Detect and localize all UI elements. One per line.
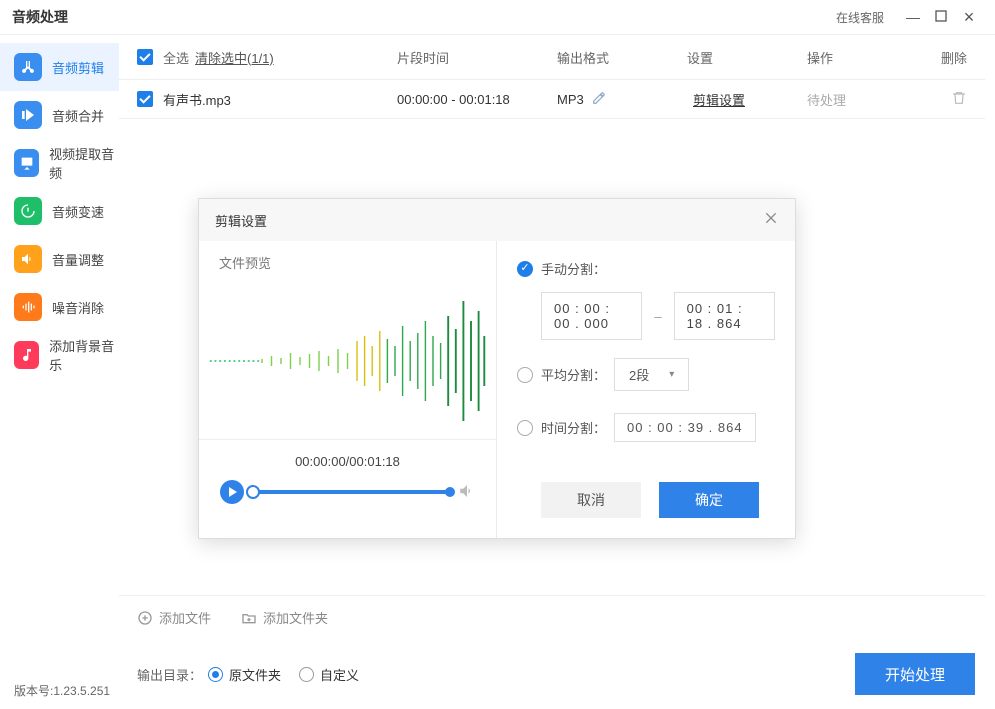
output-custom-radio[interactable]: 自定义 — [299, 665, 359, 684]
table-header: 全选 清除选中(1/1) 片段时间 输出格式 设置 操作 删除 — [119, 35, 985, 79]
time-split-label: 时间分割： — [541, 418, 606, 437]
progress-slider[interactable] — [253, 490, 450, 494]
select-all-checkbox[interactable] — [137, 49, 153, 65]
row-format: MP3 — [557, 92, 584, 107]
titlebar: 音频处理 在线客服 — × — [0, 0, 995, 35]
minimize-button[interactable]: — — [899, 9, 927, 25]
output-label: 输出目录： — [137, 665, 202, 684]
col-time: 片段时间 — [397, 48, 557, 67]
modal-close-button[interactable] — [763, 210, 779, 231]
col-format: 输出格式 — [557, 48, 687, 67]
col-delete: 删除 — [917, 48, 967, 67]
online-support-link[interactable]: 在线客服 — [836, 9, 884, 26]
sidebar-item-bgm[interactable]: 添加背景音乐 — [0, 331, 119, 379]
clear-selection-link[interactable]: 清除选中(1/1) — [195, 48, 274, 67]
row-status: 待处理 — [807, 90, 917, 109]
slider-start-thumb[interactable] — [246, 485, 260, 499]
table-row: 有声书.mp3 00:00:00 - 00:01:18 MP3 剪辑设置 待处理 — [119, 79, 985, 119]
col-settings: 设置 — [687, 48, 807, 67]
sidebar: 音频剪辑 音频合并 视频提取音频 音频变速 音量调整 — [0, 35, 119, 709]
sidebar-item-label: 噪音消除 — [52, 298, 104, 317]
music-icon — [14, 341, 39, 369]
preview-title: 文件预览 — [219, 253, 476, 272]
average-segments-value: 2段 — [629, 365, 649, 384]
sidebar-item-video-extract[interactable]: 视频提取音频 — [0, 139, 119, 187]
manual-split-label: 手动分割： — [541, 259, 606, 278]
speed-icon — [14, 197, 42, 225]
sidebar-item-label: 音频变速 — [52, 202, 104, 221]
sidebar-item-label: 音量调整 — [52, 250, 104, 269]
sidebar-item-label: 音频剪辑 — [52, 58, 104, 77]
sidebar-item-audio-merge[interactable]: 音频合并 — [0, 91, 119, 139]
player-time: 00:00:00/00:01:18 — [219, 454, 476, 469]
select-all-label: 全选 — [163, 48, 189, 67]
sidebar-item-speed[interactable]: 音频变速 — [0, 187, 119, 235]
output-custom-label: 自定义 — [320, 665, 359, 684]
add-file-label: 添加文件 — [159, 608, 211, 627]
start-process-button[interactable]: 开始处理 — [855, 653, 975, 695]
ok-button[interactable]: 确定 — [659, 482, 759, 518]
edit-settings-modal: 剪辑设置 文件预览 00:00:00/00:01:18 — [198, 198, 796, 539]
delete-row-icon[interactable] — [951, 94, 967, 109]
modal-title: 剪辑设置 — [215, 211, 267, 230]
sidebar-item-noise[interactable]: 噪音消除 — [0, 283, 119, 331]
sidebar-item-label: 视频提取音频 — [49, 144, 119, 182]
cancel-button[interactable]: 取消 — [541, 482, 641, 518]
edit-format-icon[interactable] — [592, 91, 606, 108]
waveform-display — [199, 282, 496, 440]
manual-start-input[interactable]: 00 : 00 : 00 . 000 — [541, 292, 642, 340]
output-row: 输出目录： 原文件夹 自定义 开始处理 — [119, 639, 985, 709]
average-split-label: 平均分割： — [541, 365, 606, 384]
version-label: 版本号:1.23.5.251 — [14, 682, 110, 699]
sidebar-item-label: 添加背景音乐 — [49, 336, 119, 374]
manual-split-radio[interactable] — [517, 261, 533, 277]
row-checkbox[interactable] — [137, 91, 153, 107]
sidebar-item-volume[interactable]: 音量调整 — [0, 235, 119, 283]
sidebar-item-audio-cut[interactable]: 音频剪辑 — [0, 43, 119, 91]
chevron-down-icon: ▾ — [669, 369, 674, 380]
manual-end-input[interactable]: 00 : 01 : 18 . 864 — [674, 292, 775, 340]
volume-icon[interactable] — [458, 482, 476, 503]
merge-icon — [14, 101, 42, 129]
noise-icon — [14, 293, 42, 321]
scissors-icon — [14, 53, 42, 81]
maximize-button[interactable] — [927, 9, 955, 25]
play-button[interactable] — [219, 479, 245, 505]
row-time: 00:00:00 - 00:01:18 — [397, 92, 557, 107]
col-action: 操作 — [807, 48, 917, 67]
app-title: 音频处理 — [12, 7, 68, 27]
add-folder-button[interactable]: 添加文件夹 — [241, 608, 328, 627]
output-original-radio[interactable]: 原文件夹 — [208, 665, 281, 684]
volume-icon — [14, 245, 42, 273]
average-split-radio[interactable] — [517, 367, 533, 383]
output-original-label: 原文件夹 — [229, 665, 281, 684]
add-file-button[interactable]: 添加文件 — [137, 608, 211, 627]
time-split-input[interactable]: 00 : 00 : 39 . 864 — [614, 413, 756, 442]
row-settings-link[interactable]: 剪辑设置 — [693, 93, 745, 108]
row-filename: 有声书.mp3 — [163, 90, 231, 109]
close-window-button[interactable]: × — [955, 7, 983, 28]
add-folder-label: 添加文件夹 — [263, 608, 328, 627]
time-separator: – — [654, 309, 661, 324]
average-segments-select[interactable]: 2段 ▾ — [614, 358, 689, 391]
slider-end-thumb[interactable] — [445, 487, 455, 497]
time-split-radio[interactable] — [517, 420, 533, 436]
sidebar-item-label: 音频合并 — [52, 106, 104, 125]
add-bar: 添加文件 添加文件夹 — [119, 595, 985, 639]
extract-icon — [14, 149, 39, 177]
